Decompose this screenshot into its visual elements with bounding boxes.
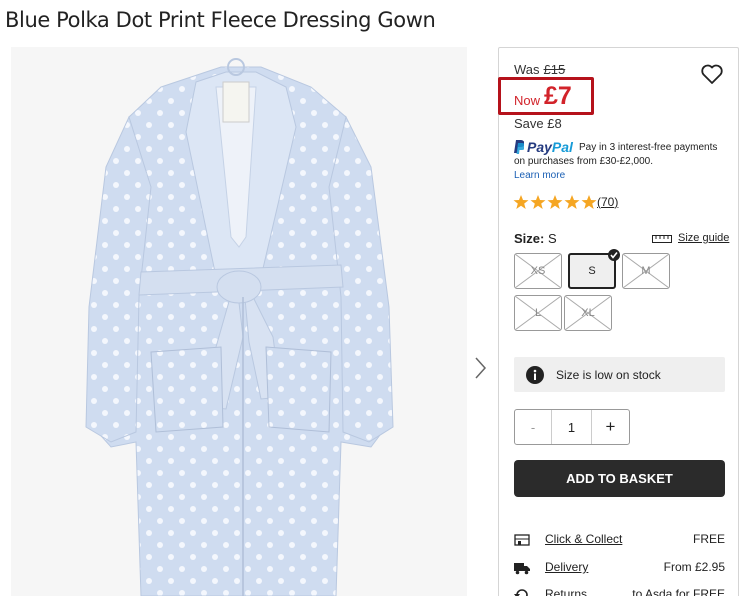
check-icon (608, 249, 620, 261)
size-option-label: XL (581, 307, 595, 319)
paypal-logo-pal: Pal (551, 139, 573, 155)
ruler-icon (652, 235, 672, 243)
delivery-option-click-collect: Click & Collect FREE (514, 532, 725, 550)
size-option-m[interactable]: M (622, 253, 670, 289)
delivery-link[interactable]: Delivery (545, 560, 588, 574)
size-option-label: XS (530, 265, 546, 277)
star-icon (513, 195, 529, 209)
size-option-label: S (588, 265, 596, 277)
delivery-option-returns: Returns to Asda for FREE (514, 587, 725, 596)
add-to-basket-button[interactable]: ADD TO BASKET (514, 460, 725, 497)
truck-icon (514, 563, 530, 575)
paypal-logo: PayPal (527, 139, 573, 155)
quantity-stepper: - 1 + (514, 409, 630, 445)
returns-info: to Asda for FREE (632, 587, 725, 596)
next-image-arrow-icon[interactable] (470, 355, 490, 381)
returns-icon (514, 589, 528, 596)
store-icon (514, 534, 530, 546)
delivery-price: From £2.95 (663, 560, 725, 574)
star-icon (547, 195, 563, 209)
size-guide-link[interactable]: Size guide (678, 232, 729, 244)
star-icon (530, 195, 546, 209)
heart-icon[interactable] (700, 62, 724, 86)
was-value: £15 (543, 62, 566, 77)
size-option-xs[interactable]: XS (514, 253, 562, 289)
review-count: 70 (601, 195, 615, 209)
save-amount: Save £8 (514, 116, 562, 131)
was-price: Was £15 (514, 62, 565, 77)
paypal-logo-pay: Pay (527, 139, 552, 155)
selected-size: S (547, 231, 557, 246)
product-image (11, 47, 467, 596)
click-collect-link[interactable]: Click & Collect (545, 532, 622, 546)
was-label: Was (514, 62, 540, 77)
star-icon (564, 195, 580, 209)
paypal-learn-more-link[interactable]: Learn more (514, 170, 565, 181)
now-price: £7 (544, 82, 572, 110)
delivery-option-home: Delivery From £2.95 (514, 560, 725, 578)
size-option-xl[interactable]: XL (564, 295, 612, 331)
returns-link[interactable]: Returns (545, 587, 587, 596)
dressing-gown-image (11, 47, 467, 596)
save-value: £8 (547, 116, 562, 131)
size-label: Size: (514, 231, 545, 246)
size-heading: Size: S (514, 231, 557, 246)
now-label: Now (514, 93, 541, 108)
paypal-message-line2: on purchases from £30-£2,000. (514, 156, 653, 167)
size-option-label: L (534, 307, 542, 319)
quantity-decrease-button[interactable]: - (515, 410, 552, 444)
paypal-message-line1: Pay in 3 interest-free payments (579, 142, 718, 153)
click-collect-price: FREE (692, 532, 725, 546)
size-option-label: M (641, 265, 651, 277)
rating-stars (513, 194, 597, 210)
quantity-value[interactable]: 1 (552, 410, 592, 444)
size-option-l[interactable]: L (514, 295, 562, 331)
product-title: Blue Polka Dot Print Fleece Dressing Gow… (5, 8, 436, 32)
star-icon (581, 195, 597, 209)
save-label: Save (514, 116, 544, 131)
paypal-icon (514, 140, 524, 154)
info-icon (526, 366, 544, 384)
review-count-link[interactable]: (70) (597, 195, 618, 209)
stock-message: Size is low on stock (556, 368, 661, 382)
quantity-increase-button[interactable]: + (592, 410, 629, 444)
